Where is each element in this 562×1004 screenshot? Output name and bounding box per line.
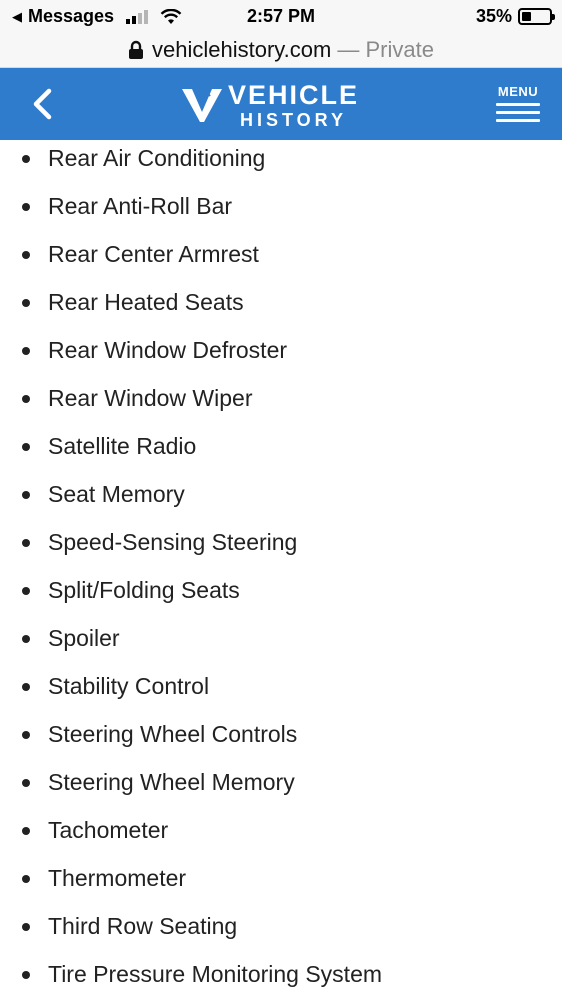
feature-label: Speed-Sensing Steering	[48, 529, 298, 555]
battery-fill	[522, 12, 532, 21]
feature-label: Tachometer	[48, 817, 169, 843]
logo-text-history: HISTORY	[240, 109, 348, 130]
feature-label: Stability Control	[48, 673, 210, 699]
feature-label: Rear Air Conditioning	[48, 145, 266, 171]
feature-item: Seat Memory	[0, 476, 562, 524]
bullet-icon	[22, 635, 30, 643]
feature-label: Rear Anti-Roll Bar	[48, 193, 233, 219]
feature-item: Spoiler	[0, 620, 562, 668]
feature-item: Tachometer	[0, 812, 562, 860]
feature-list: Rear Air Conditioning Rear Anti-Roll Bar R…	[0, 140, 562, 1004]
chevron-left-icon	[33, 88, 52, 120]
feature-item: Third Row Seating	[0, 908, 562, 956]
bullet-icon	[22, 779, 30, 787]
bullet-icon	[22, 827, 30, 835]
feature-label: Steering Wheel Memory	[48, 769, 295, 795]
feature-item: Rear Center Armrest	[0, 236, 562, 284]
feature-item: Tire Pressure Monitoring System	[0, 956, 562, 1004]
feature-item: Rear Air Conditioning	[0, 140, 562, 188]
status-bar: ◀ Messages 2:57 PM 35%	[0, 0, 562, 32]
feature-item: Satellite Radio	[0, 428, 562, 476]
feature-label: Satellite Radio	[48, 433, 197, 459]
site-logo[interactable]: VEHICLE HISTORY	[182, 79, 360, 130]
private-mode-label: — Private	[337, 36, 434, 62]
feature-label: Steering Wheel Controls	[48, 721, 298, 747]
feature-label: Rear Center Armrest	[48, 241, 259, 267]
bullet-icon	[22, 971, 30, 979]
lock-icon	[129, 40, 144, 59]
logo-text-vehicle: VEHICLE	[228, 79, 360, 110]
feature-label: Tire Pressure Monitoring System	[48, 961, 383, 987]
bullet-icon	[22, 299, 30, 307]
menu-label: MENU	[497, 84, 539, 99]
feature-item: Steering Wheel Controls	[0, 716, 562, 764]
bullet-icon	[22, 443, 30, 451]
feature-item: Stability Control	[0, 668, 562, 716]
feature-label: Third Row Seating	[48, 913, 238, 939]
feature-item: Speed-Sensing Steering	[0, 524, 562, 572]
bullet-icon	[22, 875, 30, 883]
battery-icon	[518, 8, 555, 25]
bullet-icon	[22, 923, 30, 931]
menu-button[interactable]: MENU	[496, 84, 540, 127]
feature-item: Steering Wheel Memory	[0, 764, 562, 812]
site-header: VEHICLE HISTORY MENU	[0, 68, 562, 140]
feature-item: Rear Anti-Roll Bar	[0, 188, 562, 236]
feature-item: Rear Window Defroster	[0, 332, 562, 380]
feature-label: Split/Folding Seats	[48, 577, 240, 603]
back-button[interactable]	[22, 84, 62, 124]
bullet-icon	[22, 155, 30, 163]
bullet-icon	[22, 251, 30, 259]
bullet-icon	[22, 491, 30, 499]
bullet-icon	[22, 395, 30, 403]
bullet-icon	[22, 203, 30, 211]
feature-item: Rear Window Wiper	[0, 380, 562, 428]
feature-item: Split/Folding Seats	[0, 572, 562, 620]
bullet-icon	[22, 587, 30, 595]
vehicle-history-logo-icon	[182, 88, 222, 122]
feature-item: Rear Heated Seats	[0, 284, 562, 332]
feature-label: Rear Heated Seats	[48, 289, 244, 315]
feature-label: Rear Window Defroster	[48, 337, 288, 363]
feature-label: Spoiler	[48, 625, 120, 651]
feature-label: Rear Window Wiper	[48, 385, 253, 411]
bullet-icon	[22, 731, 30, 739]
address-bar[interactable]: vehiclehistory.com — Private	[0, 32, 562, 68]
bullet-icon	[22, 539, 30, 547]
url-domain: vehiclehistory.com	[152, 36, 332, 62]
bullet-icon	[22, 347, 30, 355]
battery-percent: 35%	[475, 6, 512, 26]
feature-label: Thermometer	[48, 865, 187, 891]
feature-label: Seat Memory	[48, 481, 185, 507]
bullet-icon	[22, 683, 30, 691]
feature-item: Thermometer	[0, 860, 562, 908]
hamburger-icon	[496, 103, 540, 122]
